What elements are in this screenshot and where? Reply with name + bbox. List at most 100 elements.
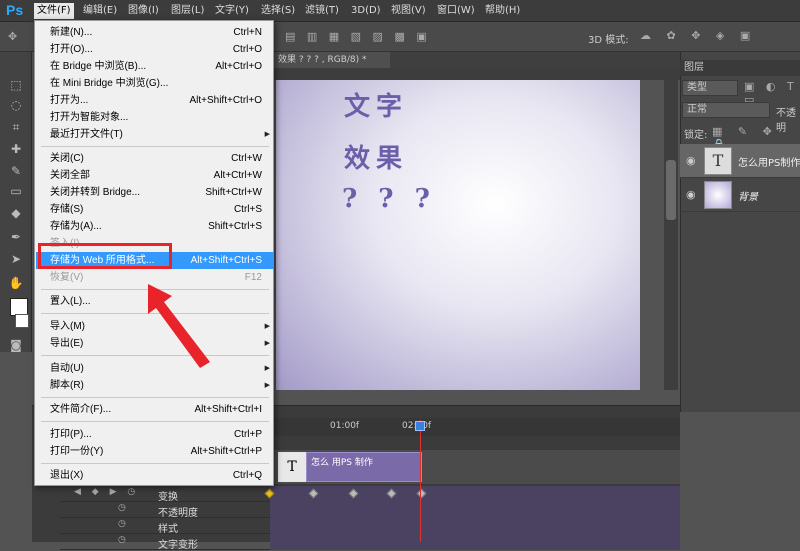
annotation-arrow-icon [148,284,210,368]
lasso-tool-icon[interactable]: ◌ [6,96,26,114]
playhead-line [420,420,421,542]
menu-file[interactable]: 文件(F) [34,3,74,19]
timeline-row-label: 变换 [158,492,178,503]
menu-image[interactable]: 图像(I) [125,3,162,19]
menu-item-exit[interactable]: 退出(X) Ctrl+Q [36,467,274,484]
layer-name: 背景 [738,192,758,203]
opacity-track [270,502,680,518]
hand-tool-icon[interactable]: ✋ [6,274,26,292]
stopwatch-icon[interactable]: ◷ [118,535,126,545]
pen-tool-icon[interactable]: ✒ [6,228,26,246]
visibility-eye-icon[interactable]: ◉ [686,154,696,167]
canvas-text-line3: ? ? ? [342,184,436,214]
menu-filter[interactable]: 滤镜(T) [302,3,342,19]
menu-item-open-as[interactable]: 打开为... Alt+Shift+Ctrl+O [36,92,274,109]
timeline-clip-label: 怎么 用PS 制作 [311,458,373,468]
menu-item-print-one-copy[interactable]: 打印一份(Y) Alt+Shift+Ctrl+P [36,443,274,460]
menu-item-close-all[interactable]: 关闭全部 Alt+Ctrl+W [36,167,274,184]
text-warp-track [270,534,680,550]
canvas-text-line2: 效果 [344,144,409,174]
healing-tool-icon[interactable]: ✚ [6,140,26,158]
brush-tool-icon[interactable]: ✎ [6,162,26,180]
layers-tab[interactable]: 图层 [680,60,800,76]
photoshop-logo: Ps [6,2,24,18]
menu-separator [41,397,269,398]
3d-tools-icons[interactable]: ☁ ✿ ✥ ◈ ▣ [640,29,756,42]
menu-item-browse-mini-bridge[interactable]: 在 Mini Bridge 中浏览(G)... [36,75,274,92]
menu-separator [41,421,269,422]
menu-view[interactable]: 视图(V) [388,3,429,19]
menu-3d[interactable]: 3D(D) [348,3,384,19]
lock-label: 锁定: [684,130,708,141]
menu-item-print[interactable]: 打印(P)... Ctrl+P [36,426,274,443]
menu-select[interactable]: 选择(S) [258,3,298,19]
menu-window[interactable]: 窗口(W) [434,3,478,19]
horizontal-ruler [270,68,680,80]
3d-mode-label: 3D 模式: [588,35,629,46]
menu-edit[interactable]: 编辑(E) [80,3,120,19]
text-layer-track-icon: T [278,452,306,482]
timeline-row-opacity[interactable]: ◷ 不透明度 [60,502,680,519]
timeline-row-label: 样式 [158,524,178,535]
layer-filter-select[interactable]: 类型 [682,80,738,96]
menu-help[interactable]: 帮助(H) [482,3,523,19]
menu-item-browse-bridge[interactable]: 在 Bridge 中浏览(B)... Alt+Ctrl+O [36,58,274,75]
menu-item-new[interactable]: 新建(N)... Ctrl+N [36,24,274,41]
menu-item-close[interactable]: 关闭(C) Ctrl+W [36,150,274,167]
submenu-arrow-icon: ▶ [264,323,270,330]
document-canvas[interactable]: 文字 效果 ? ? ? [276,80,640,390]
blend-mode-select[interactable]: 正常 [682,102,770,118]
timeline-row-text-warp[interactable]: ◷ 文字变形 [60,534,680,551]
menu-item-open[interactable]: 打开(O)... Ctrl+O [36,41,274,58]
menu-item-close-go-bridge[interactable]: 关闭并转到 Bridge... Shift+Ctrl+W [36,184,274,201]
blur-tool-icon[interactable]: ◆ [6,204,26,222]
transform-track [270,486,680,502]
menu-item-save-as[interactable]: 存储为(A)... Shift+Ctrl+S [36,218,274,235]
playhead-handle[interactable] [415,421,425,431]
menu-separator [41,146,269,147]
path-select-icon[interactable]: ➤ [6,250,26,268]
timeline-clip[interactable]: 怎么 用PS 制作 [306,452,422,482]
menu-item-save[interactable]: 存储(S) Ctrl+S [36,201,274,218]
visibility-eye-icon[interactable]: ◉ [686,188,696,201]
background-color-swatch[interactable] [15,314,29,328]
menu-item-open-smart-object[interactable]: 打开为智能对象... [36,109,274,126]
quick-mask-icon[interactable]: ◙ [6,336,26,354]
stopwatch-icon[interactable]: ◷ [118,503,126,513]
crop-tool-icon[interactable]: ⌗ [6,118,26,136]
marquee-tool-icon[interactable]: ⬚ [6,76,26,94]
timeline-row-transform[interactable]: ◀ ◆ ▶ ◷ 变换 [60,486,680,503]
layer-row-text[interactable]: ◉ T 怎么用PS制作 [680,144,800,178]
toolbox: ⬚ ◌ ⌗ ✚ ✎ ▭ ◆ ✒ ➤ ✋ ◙ [0,52,32,352]
menu-separator [41,463,269,464]
layer-row-background[interactable]: ◉ 背景 [680,178,800,212]
menu-bar: Ps 文件(F) 编辑(E) 图像(I) 图层(L) 文字(Y) 选择(S) 滤… [0,0,800,22]
menu-type[interactable]: 文字(Y) [212,3,252,19]
layer-name: 怎么用PS制作 [738,158,800,169]
timeline-row-label: 不透明度 [158,508,198,519]
move-tool-icon[interactable]: ✥ [8,30,17,43]
menu-item-recent-files[interactable]: 最近打开文件(T) ▶ [36,126,274,143]
timeline-row-style[interactable]: ◷ 样式 [60,518,680,535]
eraser-tool-icon[interactable]: ▭ [6,182,26,200]
menu-layer[interactable]: 图层(L) [168,3,207,19]
submenu-arrow-icon: ▶ [264,382,270,389]
canvas-scrollbar-thumb[interactable] [666,160,676,220]
text-layer-thumbnail: T [704,147,732,175]
align-icons[interactable]: ▤ ▥ ▦ ▧ ▨ ▩ ▣ [285,30,431,43]
style-track [270,518,680,534]
keyframe-nav-icons[interactable]: ◀ ◆ ▶ ◷ [74,487,139,497]
menu-item-scripts[interactable]: 脚本(R) ▶ [36,377,274,394]
canvas-text-line1: 文字 [344,92,409,122]
document-tab[interactable]: 效果 ? ? ? , RGB/8) * [270,52,390,68]
submenu-arrow-icon: ▶ [264,131,270,138]
submenu-arrow-icon: ▶ [264,340,270,347]
timeline-row-label: 文字变形 [158,540,198,551]
stopwatch-icon[interactable]: ◷ [118,519,126,529]
background-layer-thumbnail [704,181,732,209]
submenu-arrow-icon: ▶ [264,365,270,372]
timeline-label-1s: 01:00f [330,421,360,431]
menu-item-file-info[interactable]: 文件简介(F)... Alt+Shift+Ctrl+I [36,401,274,418]
canvas-scrollbar[interactable] [664,80,678,390]
annotation-highlight-box [38,243,172,269]
